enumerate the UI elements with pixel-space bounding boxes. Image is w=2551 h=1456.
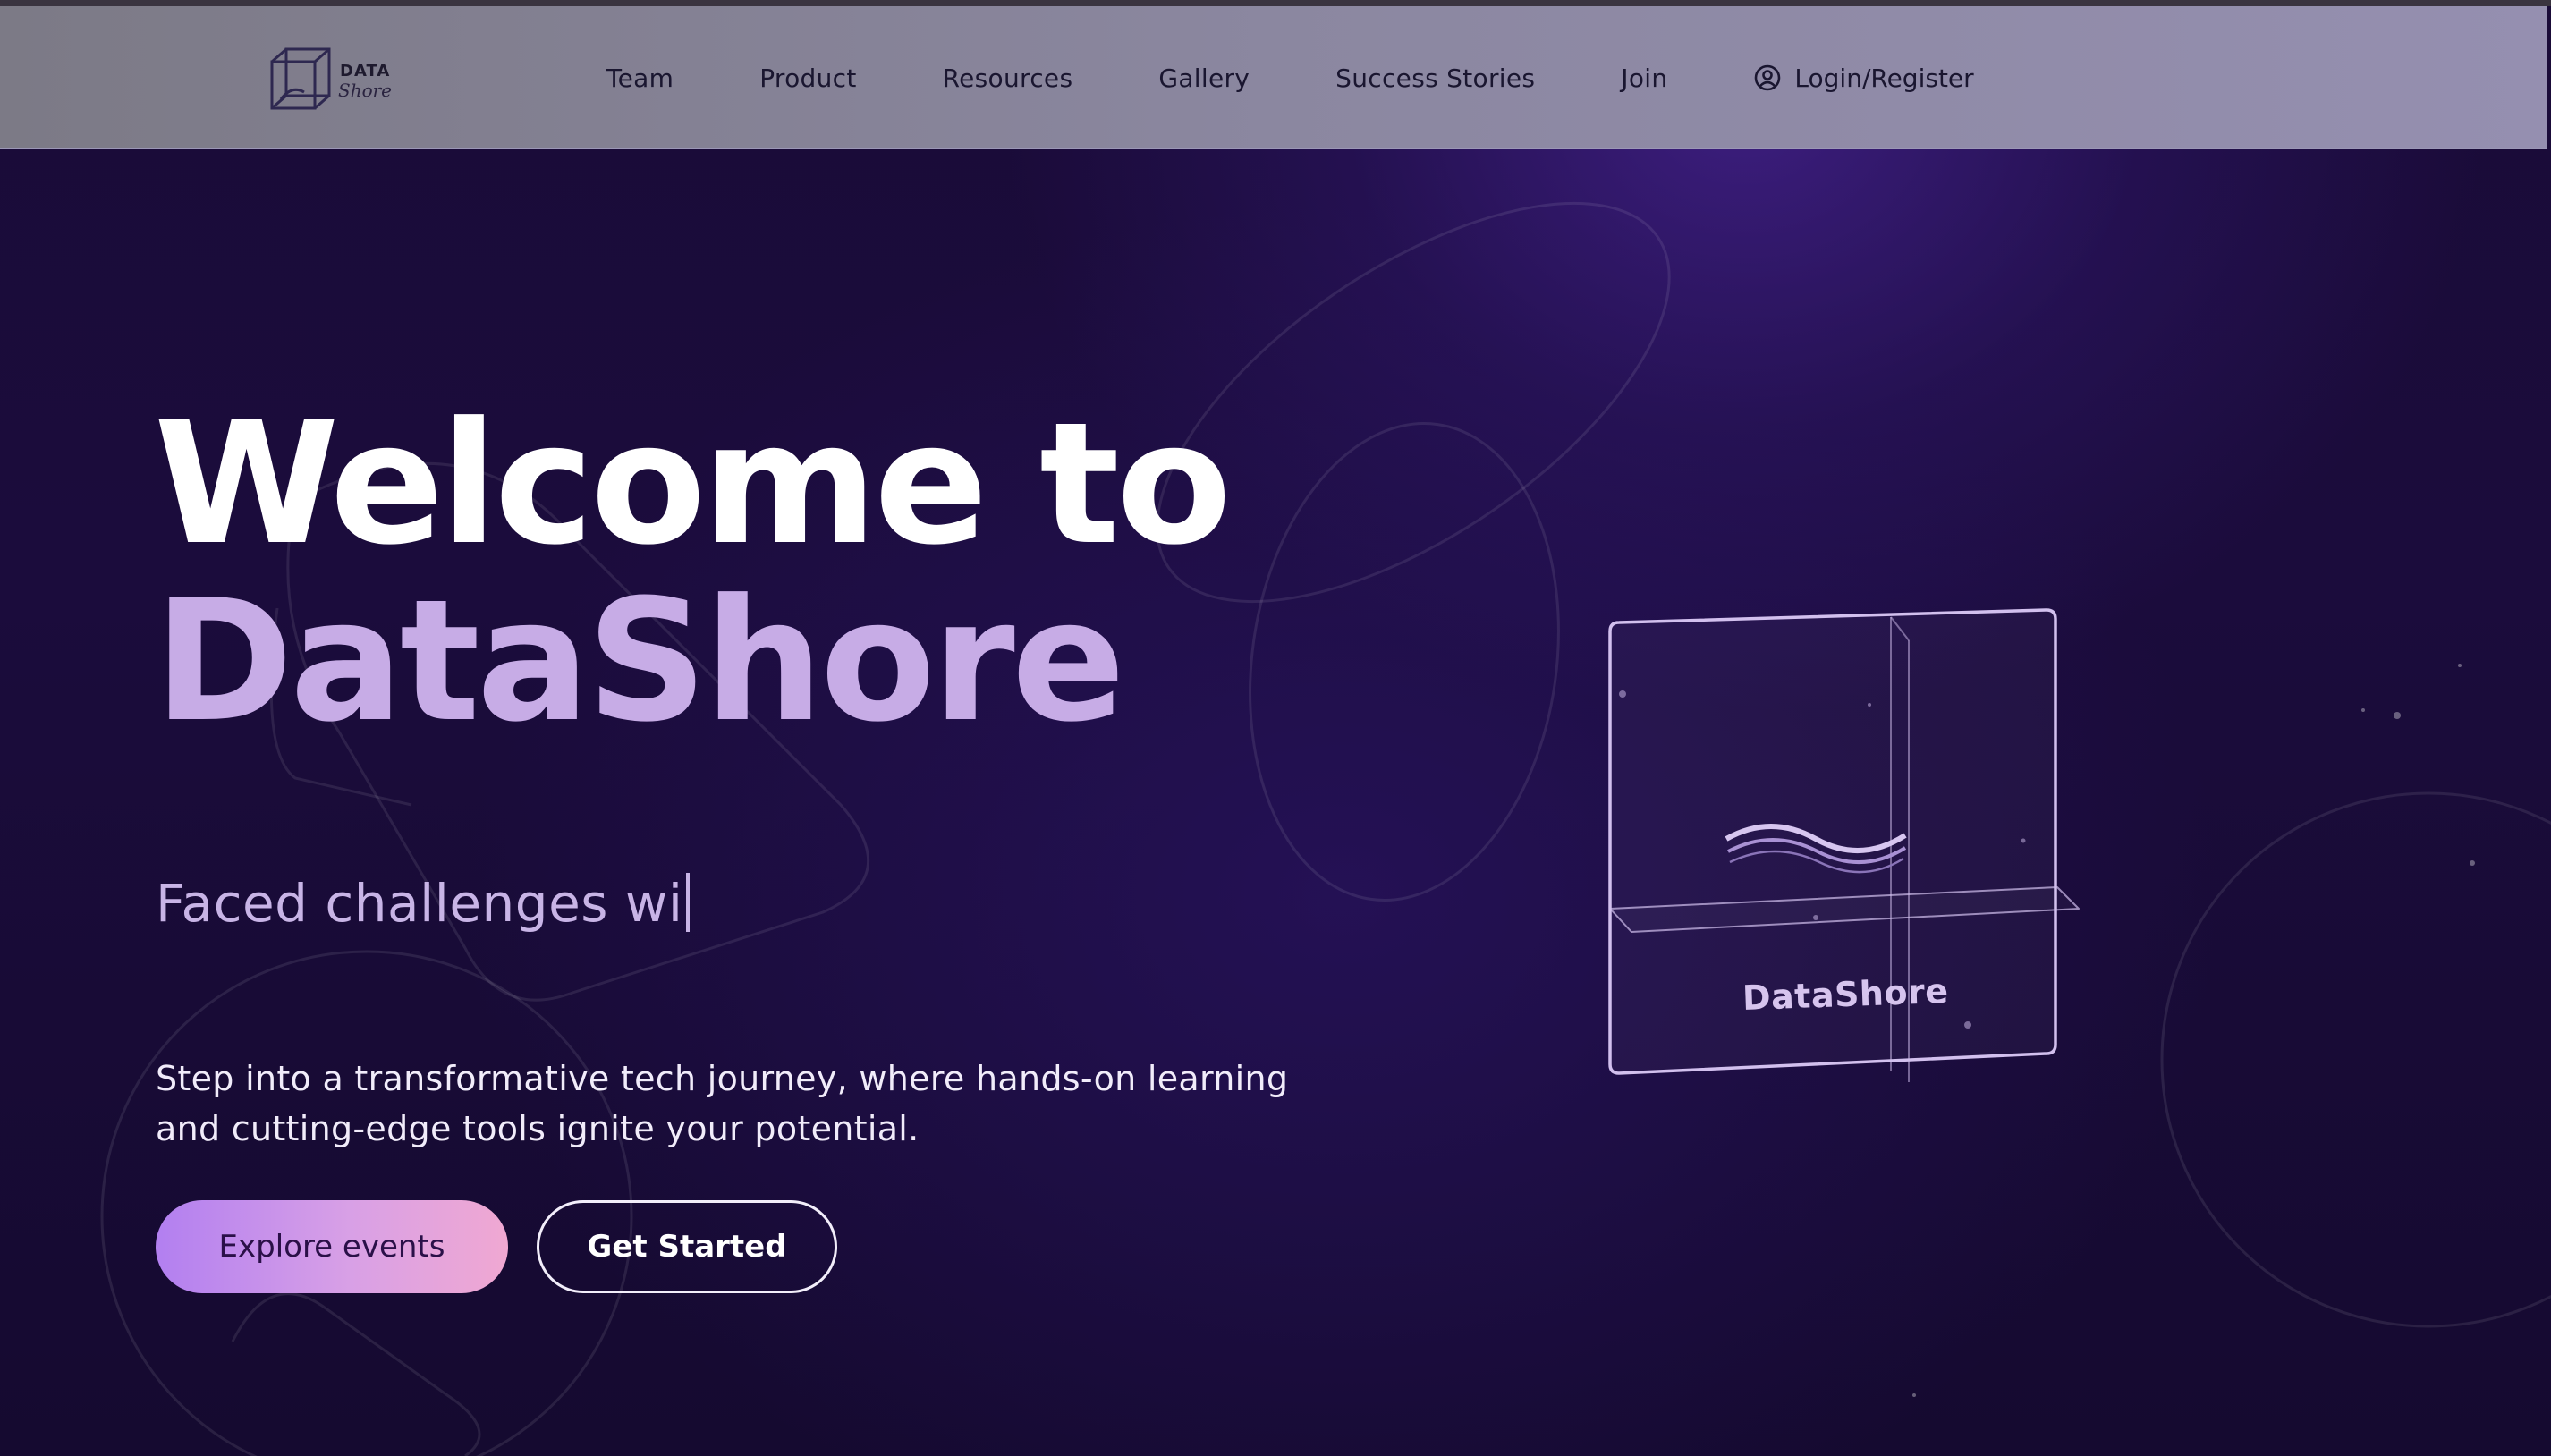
hero-title-line1: Welcome to: [154, 386, 1232, 582]
nav-link-team[interactable]: Team: [606, 63, 674, 93]
nav-link-success-stories[interactable]: Success Stories: [1335, 63, 1535, 93]
nav-link-join[interactable]: Join: [1621, 63, 1667, 93]
nav-link-gallery[interactable]: Gallery: [1158, 63, 1250, 93]
page: DATA Shore Team Product Resources Galler…: [0, 0, 2551, 1456]
window-top-strip: [0, 0, 2551, 6]
logo-script: Shore: [338, 80, 393, 101]
hero-title-line2: DataShore: [154, 563, 1125, 759]
login-register-label: Login/Register: [1794, 63, 1974, 93]
brand-logo[interactable]: DATA Shore: [268, 46, 394, 114]
wireframe-cube-icon: [270, 47, 331, 110]
get-started-button[interactable]: Get Started: [537, 1200, 837, 1293]
nav-link-product[interactable]: Product: [759, 63, 856, 93]
typing-caret: [686, 873, 691, 932]
typing-tagline: Faced challenges wi: [156, 873, 691, 934]
logo-wordmark: DATA: [340, 62, 391, 80]
card-label: DataShore: [1742, 970, 1950, 1019]
explore-events-button[interactable]: Explore events: [156, 1200, 508, 1293]
nav-link-resources[interactable]: Resources: [943, 63, 1073, 93]
datashore-card-illustration: [1608, 608, 2080, 1082]
typing-text: Faced challenges wi: [156, 873, 683, 934]
hero-lead-paragraph: Step into a transformative tech journey,…: [156, 1059, 1289, 1148]
user-circle-icon: [1755, 64, 1781, 91]
nav-links: Team Product Resources Gallery Success S…: [606, 6, 1974, 149]
login-register-link[interactable]: Login/Register: [1753, 63, 1974, 93]
navbar: DATA Shore Team Product Resources Galler…: [0, 6, 2547, 149]
